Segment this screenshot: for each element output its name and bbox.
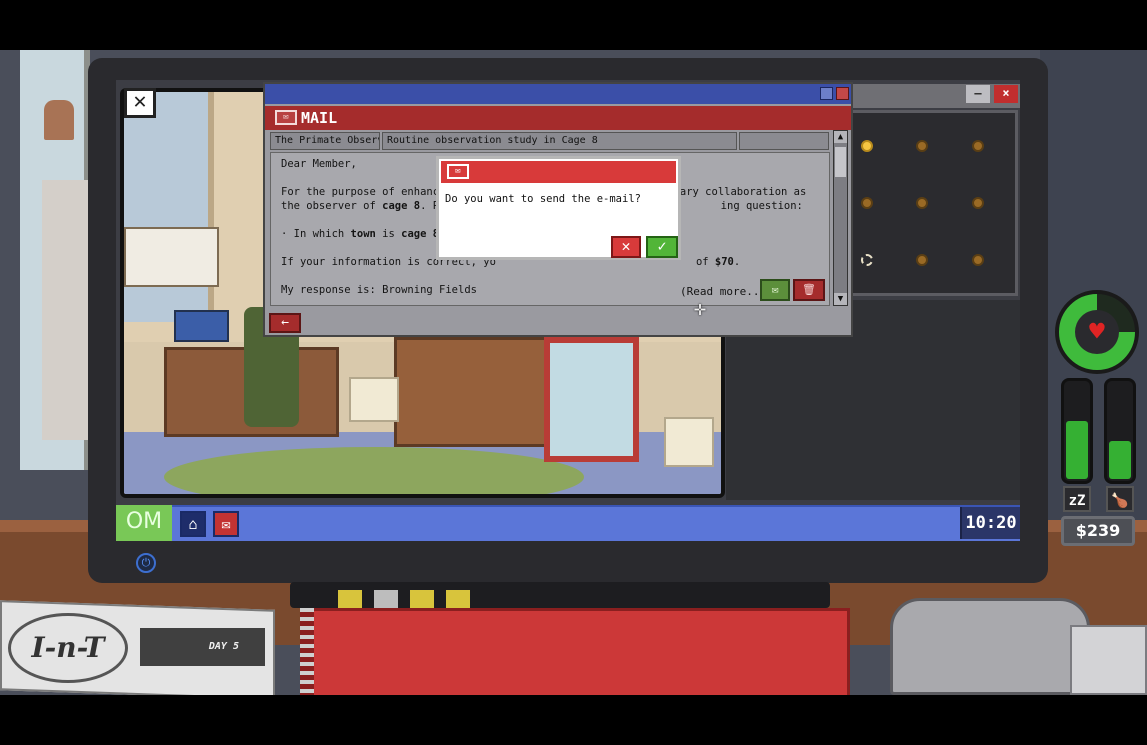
mail-scrollbar[interactable]: ▲ ▼ (833, 130, 848, 306)
crosshair-cursor: ✛ (693, 296, 707, 320)
mail-window-topbar (265, 84, 851, 104)
newspaper-day: DAY 5 (140, 628, 265, 666)
monitor-stand (290, 582, 830, 608)
reply-button[interactable]: ✉ (760, 279, 790, 301)
scroll-thumb[interactable] (835, 147, 846, 177)
laptop (174, 310, 229, 342)
cancel-button[interactable]: ✕ (611, 236, 641, 258)
rug (164, 447, 584, 494)
sleep-icon: zZ (1063, 486, 1091, 512)
water-tower (44, 100, 74, 140)
money-display: $239 (1061, 516, 1135, 546)
dialog-question: Do you want to send the e-mail? (445, 193, 641, 205)
mail-title: MAIL (301, 109, 338, 127)
close-button[interactable] (836, 87, 849, 100)
taskbar-clock: 10:20 (960, 507, 1020, 539)
camera-slot-dot[interactable] (861, 254, 873, 266)
confirm-button[interactable]: ✓ (646, 236, 678, 258)
taskbar (116, 505, 1020, 541)
camera-slot-dot[interactable] (916, 254, 928, 266)
food-icon: 🍗 (1106, 486, 1134, 512)
minimize-button[interactable]: – (966, 85, 990, 103)
wooden-desk (394, 337, 559, 447)
chart-board (124, 227, 219, 287)
scroll-up-icon[interactable]: ▲ (834, 131, 847, 143)
mail-tab-sender[interactable]: The Primate Observa... (270, 132, 380, 150)
heart-icon: ♥ (1089, 317, 1105, 347)
trash-icon: 🗑 (802, 283, 816, 296)
city-building (42, 180, 90, 440)
envelope-icon: ✉ (771, 283, 779, 296)
mail-titlebar: ✉ MAIL (265, 106, 851, 130)
delete-button[interactable]: 🗑 (793, 279, 825, 301)
sleep-meter-fill (1066, 421, 1088, 479)
sticky-note[interactable] (410, 590, 434, 610)
sleep-meter (1061, 378, 1093, 484)
mail-tab-blank (739, 132, 829, 150)
telephone[interactable] (890, 598, 1090, 695)
camera-slot-dot[interactable] (861, 197, 873, 209)
back-button[interactable]: ← (269, 313, 301, 333)
mirror (544, 337, 639, 462)
send-confirm-dialog: ✉ Do you want to send the e-mail? ✕ ✓ (436, 156, 681, 260)
telephone-keypad[interactable] (1070, 625, 1147, 695)
camera-slot-dot[interactable] (916, 197, 928, 209)
camera-slot-dot[interactable] (916, 140, 928, 152)
letterbox-top (0, 0, 1147, 50)
camera-slot-dot[interactable] (861, 140, 873, 152)
envelope-icon: ✉ (275, 110, 297, 125)
paper-stack (664, 417, 714, 467)
power-button[interactable]: ⏻ (136, 553, 156, 573)
room-window (20, 50, 90, 470)
food-meter (1104, 378, 1136, 484)
food-meter-fill (1109, 441, 1131, 479)
envelope-icon: ✉ (447, 164, 469, 179)
paper-stack (349, 377, 399, 422)
camera-close-button[interactable]: ✕ (124, 88, 156, 118)
notebook[interactable] (300, 608, 850, 698)
camera-grid-panel (850, 110, 1018, 296)
start-button[interactable]: OM (116, 505, 172, 541)
mail-tab-subject[interactable]: Routine observation study in Cage 8 (382, 132, 737, 150)
camera-window (124, 92, 214, 322)
newspaper-logo: I-n-T (8, 613, 128, 683)
camera-slot-dot[interactable] (972, 140, 984, 152)
scroll-down-icon[interactable]: ▼ (834, 293, 847, 305)
sticky-note[interactable] (446, 590, 470, 610)
notebook-rings (300, 608, 314, 698)
minimize-button[interactable] (820, 87, 833, 100)
dialog-titlebar: ✉ (441, 161, 676, 183)
sticky-note[interactable] (338, 590, 362, 610)
camera-slot-dot[interactable] (972, 197, 984, 209)
sticky-note[interactable] (374, 590, 398, 610)
home-icon[interactable]: ⌂ (180, 511, 206, 537)
mail-icon[interactable]: ✉ (213, 511, 239, 537)
letterbox-bottom (0, 695, 1147, 745)
close-button[interactable]: × (994, 85, 1018, 103)
camera-slot-dot[interactable] (972, 254, 984, 266)
